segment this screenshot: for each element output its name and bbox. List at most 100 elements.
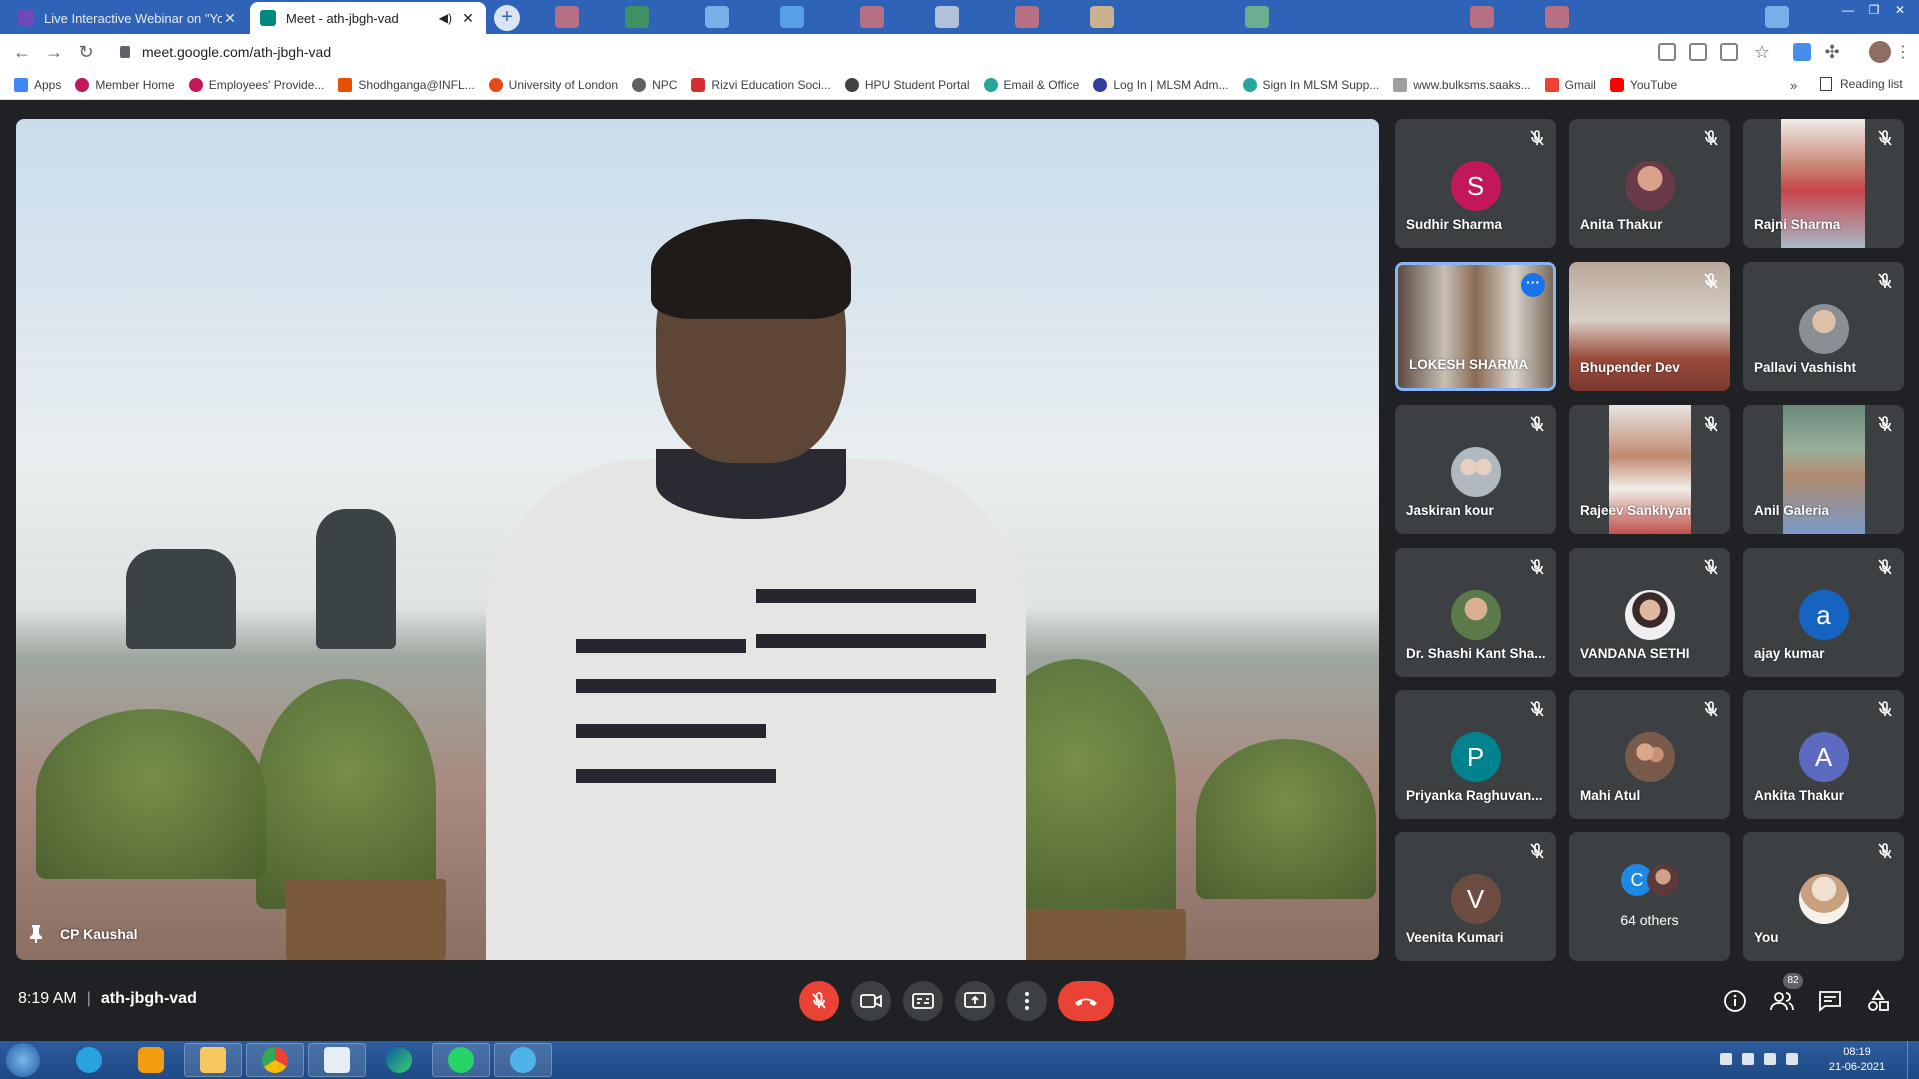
chevron-up-icon[interactable] — [1720, 1053, 1732, 1065]
network-icon[interactable] — [1742, 1053, 1754, 1065]
bookmarks-overflow-button[interactable]: » — [1790, 78, 1797, 93]
bookmark-item[interactable]: www.bulksms.saaks... — [1393, 77, 1531, 92]
extension-icon[interactable] — [1793, 43, 1811, 61]
participant-tile[interactable]: Dr. Shashi Kant Sha... — [1395, 548, 1556, 677]
pinned-window-icon[interactable] — [1765, 6, 1789, 28]
main-speaker-video[interactable] — [16, 119, 1379, 960]
bookmark-item[interactable]: NPC — [632, 77, 677, 92]
more-options-icon[interactable]: ··· — [1521, 273, 1545, 297]
activities-button[interactable] — [1865, 988, 1891, 1014]
puzzle-icon[interactable]: ✣ — [1820, 40, 1844, 64]
show-desktop-button[interactable] — [1907, 1041, 1919, 1079]
speaker-icon[interactable]: ◀) — [439, 11, 452, 25]
url-input[interactable]: meet.google.com/ath-jbgh-vad — [110, 38, 1640, 66]
participant-tile[interactable]: Anil Galeria — [1743, 405, 1904, 534]
back-arrow-icon[interactable]: ← — [10, 40, 34, 64]
others-tile[interactable]: C 64 others — [1569, 832, 1730, 961]
close-tab-icon[interactable]: ✕ — [222, 10, 238, 27]
volume-icon[interactable] — [1786, 1053, 1798, 1065]
self-tile[interactable]: You — [1743, 832, 1904, 961]
taskbar-clock[interactable]: 08:19 21-06-2021 — [1822, 1045, 1892, 1075]
bookmark-item[interactable]: Email & Office — [983, 77, 1079, 92]
action-center-icon[interactable] — [1764, 1053, 1776, 1065]
site-icon — [338, 77, 353, 92]
reload-icon[interactable]: ↻ — [74, 40, 98, 64]
tab-webinar[interactable]: Live Interactive Webinar on "Yog ✕ — [8, 2, 248, 34]
leave-call-button[interactable] — [1058, 981, 1114, 1021]
bookmark-gmail[interactable]: Gmail — [1544, 77, 1596, 92]
camera-toggle-button[interactable] — [851, 981, 891, 1021]
pinned-window-icon[interactable] — [705, 6, 729, 28]
new-tab-button[interactable]: + — [494, 5, 520, 31]
pinned-window-icon[interactable] — [780, 6, 804, 28]
bookmark-item[interactable]: Log In | MLSM Adm... — [1093, 77, 1229, 92]
meeting-details-button[interactable] — [1722, 988, 1748, 1014]
profile-avatar[interactable] — [1869, 41, 1891, 63]
bookmark-label: University of London — [508, 77, 619, 92]
pinned-pdf-icon[interactable] — [860, 6, 884, 28]
pinned-pdf-icon[interactable] — [1545, 6, 1569, 28]
participant-tile-speaking[interactable]: ··· LOKESH SHARMA — [1395, 262, 1556, 391]
bookmark-youtube[interactable]: YouTube — [1609, 77, 1677, 92]
participant-tile[interactable]: Anita Thakur — [1569, 119, 1730, 248]
pinned-document-icon[interactable] — [935, 6, 959, 28]
whatsapp-icon[interactable] — [432, 1043, 490, 1077]
edge-icon[interactable] — [370, 1043, 428, 1077]
participant-tile[interactable]: Pallavi Vashisht — [1743, 262, 1904, 391]
forward-arrow-icon[interactable]: → — [42, 40, 66, 64]
participant-tile[interactable]: Mahi Atul — [1569, 690, 1730, 819]
present-screen-button[interactable] — [955, 981, 995, 1021]
bookmark-item[interactable]: Member Home — [75, 77, 175, 92]
close-window-icon[interactable]: ✕ — [1887, 0, 1913, 20]
participant-tile[interactable]: a ajay kumar — [1743, 548, 1904, 677]
translate-icon[interactable] — [1720, 43, 1738, 61]
feedback-icon[interactable] — [308, 1043, 366, 1077]
more-vert-icon[interactable]: ⋮ — [1895, 42, 1911, 62]
chrome-icon[interactable] — [246, 1043, 304, 1077]
participant-tile[interactable]: Jaskiran kour — [1395, 405, 1556, 534]
bookmark-apps[interactable]: Apps — [14, 77, 61, 92]
pin-icon[interactable] — [30, 925, 42, 943]
bookmark-item[interactable]: Employees' Provide... — [188, 77, 324, 92]
youtube-icon — [691, 77, 706, 92]
file-explorer-icon[interactable] — [184, 1043, 242, 1077]
qr-icon[interactable] — [1689, 43, 1707, 61]
close-tab-icon[interactable]: ✕ — [460, 10, 476, 27]
pinned-pdf-icon[interactable] — [1015, 6, 1039, 28]
reading-list-button[interactable]: Reading list — [1820, 77, 1903, 91]
people-button[interactable] — [1769, 988, 1795, 1014]
cast-icon[interactable] — [1658, 43, 1676, 61]
participant-tile[interactable]: P Priyanka Raghuvan... — [1395, 690, 1556, 819]
bookmark-item[interactable]: Shodhganga@INFL... — [338, 77, 475, 92]
participant-tile[interactable]: Bhupender Dev — [1569, 262, 1730, 391]
internet-explorer-icon[interactable] — [494, 1043, 552, 1077]
pinned-pdf-icon[interactable] — [1470, 6, 1494, 28]
pinned-whatsapp-icon[interactable] — [625, 6, 649, 28]
start-button[interactable] — [6, 1043, 40, 1077]
minimize-icon[interactable]: — — [1835, 0, 1861, 20]
participant-tile[interactable]: Rajni Sharma — [1743, 119, 1904, 248]
participant-tile[interactable]: S Sudhir Sharma — [1395, 119, 1556, 248]
chat-button[interactable] — [1817, 988, 1843, 1014]
participant-tile[interactable]: Rajeev Sankhyan — [1569, 405, 1730, 534]
pinned-pdf-icon[interactable] — [555, 6, 579, 28]
restore-icon[interactable]: ❐ — [1861, 0, 1887, 20]
captions-button[interactable] — [903, 981, 943, 1021]
internet-explorer-icon[interactable] — [60, 1043, 118, 1077]
mic-off-icon — [812, 992, 826, 1009]
participant-tile[interactable]: VANDANA SETHI — [1569, 548, 1730, 677]
shirt-stripe — [756, 634, 986, 648]
mic-toggle-button[interactable] — [799, 981, 839, 1021]
bookmark-item[interactable]: Rizvi Education Soci... — [691, 77, 831, 92]
bookmark-item[interactable]: HPU Student Portal — [844, 77, 970, 92]
media-player-icon[interactable] — [122, 1043, 180, 1077]
bookmark-item[interactable]: Sign In MLSM Supp... — [1242, 77, 1379, 92]
bookmark-item[interactable]: University of London — [488, 77, 619, 92]
pinned-document-icon[interactable] — [1090, 6, 1114, 28]
more-options-button[interactable] — [1007, 981, 1047, 1021]
star-icon[interactable]: ☆ — [1750, 40, 1774, 64]
participant-tile[interactable]: A Ankita Thakur — [1743, 690, 1904, 819]
pinned-window-icon[interactable] — [1245, 6, 1269, 28]
tab-meet[interactable]: Meet - ath-jbgh-vad ◀) ✕ — [250, 2, 486, 34]
participant-tile[interactable]: V Veenita Kumari — [1395, 832, 1556, 961]
